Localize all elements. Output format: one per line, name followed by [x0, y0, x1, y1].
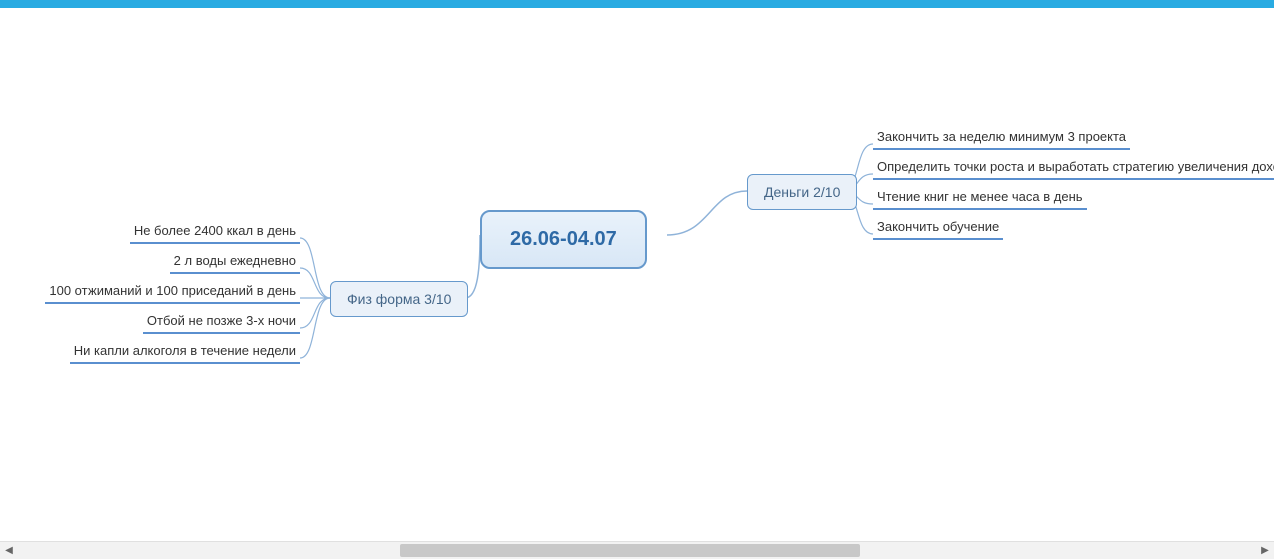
leaf-node[interactable]: 2 л воды ежедневно — [170, 251, 300, 274]
branch-node-fitness[interactable]: Физ форма 3/10 — [330, 281, 468, 317]
leaf-node[interactable]: Закончить обучение — [873, 217, 1003, 240]
horizontal-scrollbar[interactable]: ◀ ▶ — [0, 541, 1274, 559]
scroll-right-arrow-icon[interactable]: ▶ — [1256, 542, 1274, 559]
center-node-label: 26.06-04.07 — [510, 228, 617, 250]
leaf-label: Закончить обучение — [877, 219, 999, 234]
app-top-bar — [0, 0, 1274, 8]
leaf-label: 2 л воды ежедневно — [174, 253, 296, 268]
leaf-label: Чтение книг не менее часа в день — [877, 189, 1083, 204]
leaf-label: 100 отжиманий и 100 приседаний в день — [49, 283, 296, 298]
leaf-node[interactable]: Ни капли алкоголя в течение недели — [70, 341, 300, 364]
scrollbar-thumb[interactable] — [400, 544, 860, 557]
mindmap-canvas[interactable]: 26.06-04.07 Деньги 2/10 Закончить за нед… — [0, 8, 1274, 537]
leaf-node[interactable]: Не более 2400 ккал в день — [130, 221, 300, 244]
leaf-label: Не более 2400 ккал в день — [134, 223, 296, 238]
leaf-node[interactable]: 100 отжиманий и 100 приседаний в день — [45, 281, 300, 304]
leaf-label: Определить точки роста и выработать стра… — [877, 159, 1274, 174]
leaf-node[interactable]: Чтение книг не менее часа в день — [873, 187, 1087, 210]
center-node[interactable]: 26.06-04.07 — [480, 210, 647, 269]
leaf-node[interactable]: Определить точки роста и выработать стра… — [873, 157, 1274, 180]
leaf-label: Отбой не позже 3-х ночи — [147, 313, 296, 328]
leaf-node[interactable]: Закончить за неделю минимум 3 проекта — [873, 127, 1130, 150]
branch-node-money[interactable]: Деньги 2/10 — [747, 174, 857, 210]
leaf-label: Ни капли алкоголя в течение недели — [74, 343, 296, 358]
leaf-node[interactable]: Отбой не позже 3-х ночи — [143, 311, 300, 334]
leaf-label: Закончить за неделю минимум 3 проекта — [877, 129, 1126, 144]
branch-node-label: Физ форма 3/10 — [347, 291, 451, 307]
branch-node-label: Деньги 2/10 — [764, 184, 840, 200]
scroll-left-arrow-icon[interactable]: ◀ — [0, 542, 18, 559]
